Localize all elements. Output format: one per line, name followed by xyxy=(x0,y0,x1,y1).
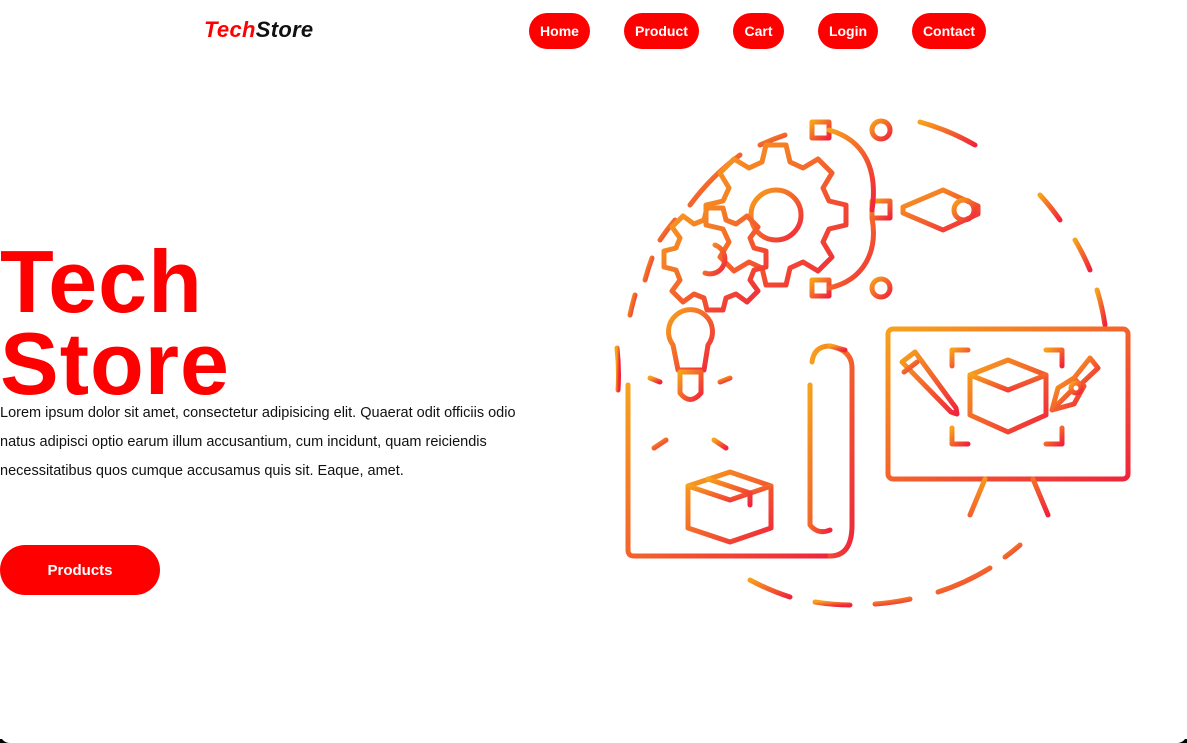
window-bottom-edge xyxy=(0,729,1187,743)
box-icon xyxy=(685,469,774,545)
bezier-pen-tool-icon xyxy=(809,118,1018,300)
site-logo[interactable]: TechStore xyxy=(204,17,313,43)
design-development-illustration-icon xyxy=(614,118,1131,608)
nav-cart-button[interactable]: Cart xyxy=(733,13,784,49)
nav-product-button[interactable]: Product xyxy=(624,13,699,49)
light-bulb-icon xyxy=(631,307,749,473)
gears-icon xyxy=(661,142,849,313)
page: TechStore Home Product Cart Login Contac… xyxy=(0,0,1187,743)
dashed-circle-icon xyxy=(614,119,1108,608)
products-button[interactable]: Products xyxy=(0,545,160,595)
hero-title: Tech Store xyxy=(0,232,230,413)
hero-title-line-2: Store xyxy=(0,314,230,413)
nav-contact-button[interactable]: Contact xyxy=(912,13,986,49)
blueprint-scroll-icon xyxy=(625,343,855,559)
logo-accent-text: Tech xyxy=(204,17,256,42)
pencil-icon xyxy=(899,349,960,417)
cube-icon xyxy=(949,347,1065,447)
hero-title-line-1: Tech xyxy=(0,232,203,331)
logo-rest-text: Store xyxy=(255,17,314,42)
hero-description: Lorem ipsum dolor sit amet, consectetur … xyxy=(0,405,516,479)
nav-login-button[interactable]: Login xyxy=(818,13,878,49)
nav-home-button[interactable]: Home xyxy=(529,13,590,49)
pen-nib-icon xyxy=(1049,355,1101,413)
